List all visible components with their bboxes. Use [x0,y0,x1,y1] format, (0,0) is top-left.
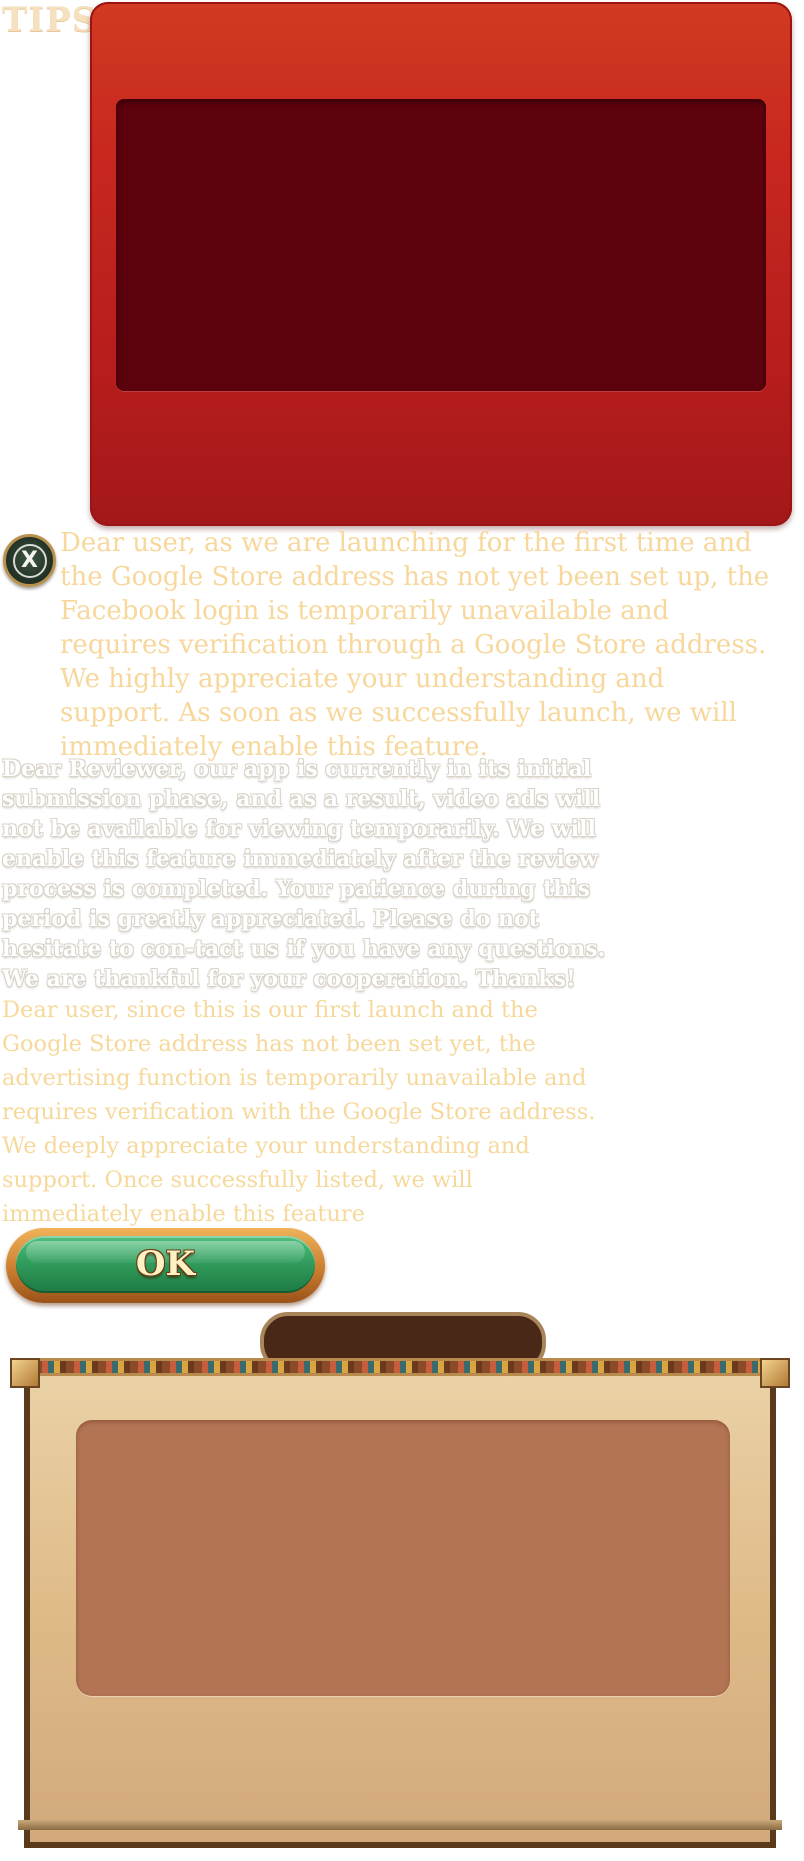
board-corner-ornament [10,1358,40,1388]
ok-button[interactable]: OK [6,1228,325,1303]
board-content-window [76,1420,730,1696]
message-reviewer: Dear Reviewer, our app is currently in i… [2,756,606,992]
board-base-bar [18,1820,782,1830]
message-facebook-login: Dear user, as we are launching for the f… [60,528,770,762]
message-advertising: Dear user, since this is our first launc… [2,997,596,1227]
ok-button-face: OK [16,1236,315,1293]
red-panel-content-area [116,99,766,391]
close-icon: X [12,543,47,578]
tips-title: TIPS [2,0,98,40]
close-button[interactable]: X [3,534,56,587]
ok-button-label: OK [135,1244,196,1284]
red-panel [90,2,792,526]
board-decorative-trim [34,1358,766,1376]
parchment-board [10,1358,790,1853]
board-corner-ornament [760,1358,790,1388]
